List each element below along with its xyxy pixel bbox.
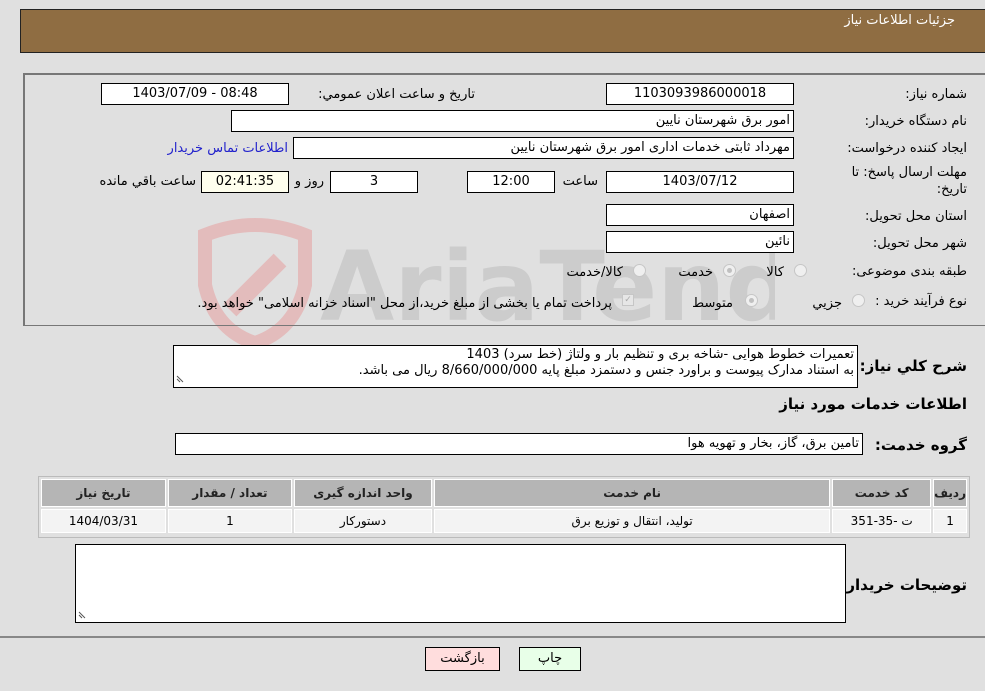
table-header-row: ردیف کد خدمت نام خدمت واحد اندازه گیری ت…	[41, 479, 967, 507]
treasury-note: پرداخت تمام یا بخشی از مبلغ خرید،از محل …	[197, 296, 612, 311]
buyer-org-field[interactable]: امور برق شهرستان نایین	[231, 110, 794, 132]
purchase-type-radio-medium[interactable]	[745, 294, 758, 307]
buyer-notes-textarea[interactable]	[75, 544, 846, 623]
cell-row-number: 1	[933, 509, 967, 533]
back-button[interactable]: بازگشت	[425, 647, 500, 671]
buyer-contact-link[interactable]: اطلاعات تماس خریدار	[168, 141, 288, 156]
days-label: روز و	[294, 174, 324, 189]
cell-service-code: ت -35-351	[832, 509, 932, 533]
treasury-checkbox[interactable]: ✓	[622, 294, 634, 306]
footer-divider	[0, 636, 985, 638]
deadline-label: مهلت ارسال پاسخ: تا	[851, 165, 967, 180]
purchase-type-option-medium: متوسط	[692, 296, 733, 311]
remaining-time-label: ساعت باقي مانده	[99, 174, 196, 189]
services-section-title: اطلاعات خدمات مورد نیاز	[779, 395, 967, 413]
purchase-type-option-minor: جزيي	[812, 296, 842, 311]
category-radio-goods[interactable]	[794, 264, 807, 277]
remaining-time-field: 02:41:35	[201, 171, 289, 193]
cell-need-date: 1404/03/31	[41, 509, 166, 533]
category-label: طبقه بندی موضوعی:	[851, 264, 967, 279]
page-header	[20, 9, 985, 53]
page-title: جزئیات اطلاعات نیاز	[844, 13, 955, 28]
table-row: 1 ت -35-351 تولید، انتقال و توزیع برق دس…	[41, 509, 967, 533]
category-option-service: خدمت	[678, 265, 713, 280]
col-header-quantity: تعداد / مقدار	[167, 479, 292, 507]
category-option-goods: کالا	[766, 265, 784, 280]
description-textarea[interactable]: تعمیرات خطوط هوایی -شاخه بری و تنظیم بار…	[173, 345, 858, 388]
resize-grip-icon[interactable]	[78, 610, 87, 619]
city-field[interactable]: نائین	[606, 231, 794, 253]
buyer-notes-label: توضیحات خریدار:	[840, 576, 967, 594]
col-header-row-number: ردیف	[933, 479, 967, 507]
province-field[interactable]: اصفهان	[606, 204, 794, 226]
requester-field[interactable]: مهرداد ثابتی خدمات اداری امور برق شهرستا…	[293, 137, 794, 159]
announce-datetime-label: تاریخ و ساعت اعلان عمومي:	[318, 87, 475, 102]
description-line-1: تعمیرات خطوط هوایی -شاخه بری و تنظیم بار…	[466, 347, 854, 362]
category-radio-goods-service[interactable]	[633, 264, 646, 277]
need-number-label: شماره نیاز:	[905, 87, 967, 102]
deadline-time-field[interactable]: 12:00	[467, 171, 555, 193]
announce-datetime-field[interactable]: 1403/07/09 - 08:48	[101, 83, 289, 105]
requester-label: ایجاد کننده درخواست:	[847, 141, 967, 156]
purchase-type-radio-minor[interactable]	[852, 294, 865, 307]
resize-grip-icon[interactable]	[176, 374, 185, 383]
col-header-service-name: نام خدمت	[434, 479, 831, 507]
deadline-label-line2: تاریخ:	[936, 182, 967, 197]
remaining-days-field[interactable]: 3	[330, 171, 418, 193]
col-header-need-date: تاریخ نیاز	[41, 479, 166, 507]
need-number-field[interactable]: 1103093986000018	[606, 83, 794, 105]
buyer-org-label: نام دستگاه خریدار:	[864, 114, 967, 129]
col-header-service-code: کد خدمت	[832, 479, 932, 507]
description-label: شرح كلي نياز:	[859, 357, 967, 375]
deadline-date-field[interactable]: 1403/07/12	[606, 171, 794, 193]
category-option-goods-service: کالا/خدمت	[566, 265, 623, 280]
description-line-2: به استناد مدارک پیوست و براورد جنس و دست…	[358, 363, 854, 378]
deadline-time-label: ساعت	[562, 174, 598, 189]
purchase-type-label: نوع فرآیند خرید :	[875, 294, 967, 309]
cell-quantity: 1	[167, 509, 292, 533]
col-header-unit: واحد اندازه گیری	[293, 479, 432, 507]
cell-unit: دستورکار	[293, 509, 432, 533]
cell-service-name: تولید، انتقال و توزیع برق	[434, 509, 831, 533]
service-group-field[interactable]: تامین برق، گاز، بخار و تهویه هوا	[175, 433, 863, 455]
province-label: استان محل تحویل:	[865, 209, 967, 224]
print-button[interactable]: چاپ	[519, 647, 581, 671]
service-group-label: گروه خدمت:	[874, 436, 967, 454]
services-table: ردیف کد خدمت نام خدمت واحد اندازه گیری ت…	[38, 476, 970, 538]
city-label: شهر محل تحویل:	[872, 236, 967, 251]
category-radio-service[interactable]	[723, 264, 736, 277]
